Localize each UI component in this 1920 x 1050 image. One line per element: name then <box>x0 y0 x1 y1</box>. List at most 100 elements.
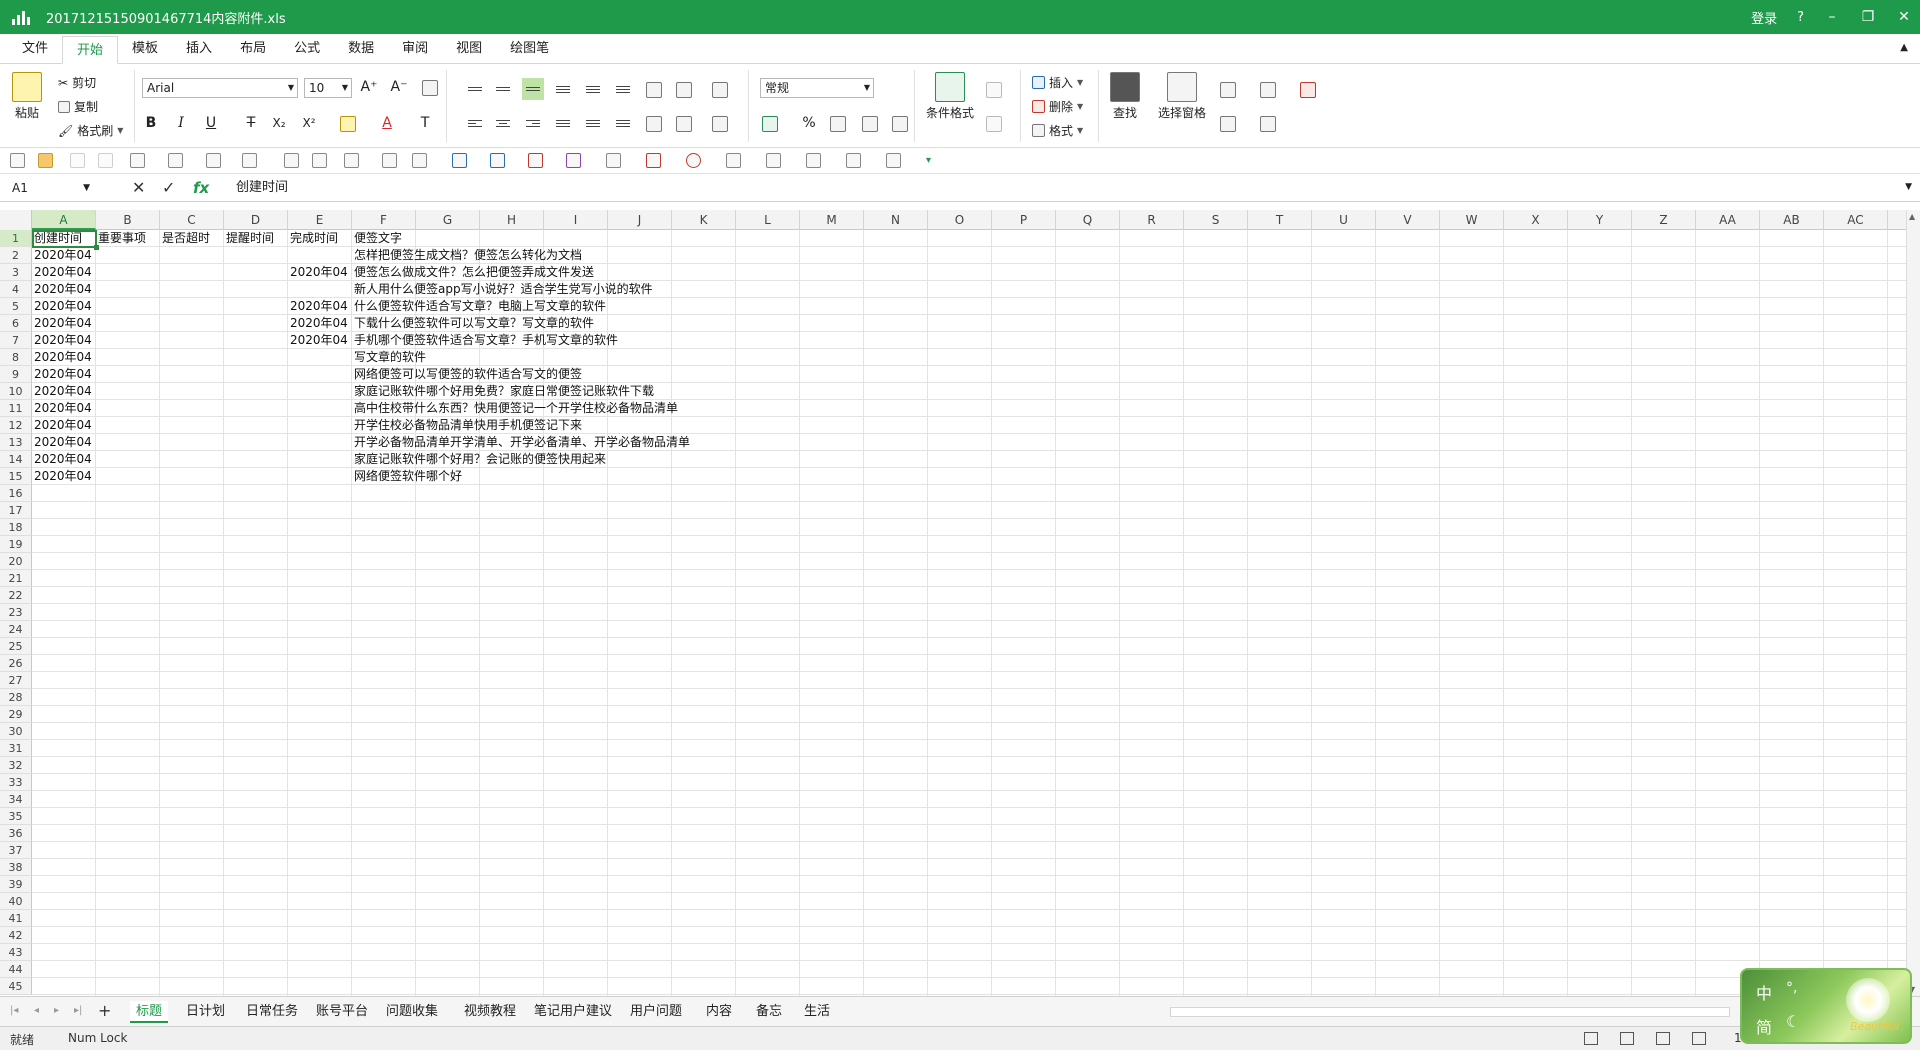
column-header-n[interactable]: N <box>864 210 928 230</box>
row-header[interactable]: 24 <box>0 621 32 638</box>
merge-cells-icon[interactable] <box>646 82 662 98</box>
distribute-icon[interactable] <box>582 112 604 134</box>
column-header-q[interactable]: Q <box>1056 210 1120 230</box>
row-header[interactable]: 36 <box>0 825 32 842</box>
eraser-icon[interactable] <box>1300 82 1316 98</box>
increase-decimal-icon[interactable] <box>862 116 878 132</box>
row-header[interactable]: 18 <box>0 519 32 536</box>
row-header[interactable]: 42 <box>0 927 32 944</box>
row-header[interactable]: 40 <box>0 893 32 910</box>
cell-f12[interactable]: 开学住校必备物品清单快用手机便签记下来 <box>352 417 1252 434</box>
cell-f5[interactable]: 什么便签软件适合写文章？电脑上写文章的软件 <box>352 298 1252 315</box>
column-header-r[interactable]: R <box>1120 210 1184 230</box>
login-button[interactable]: 登录 <box>1751 8 1777 27</box>
tab-review[interactable]: 审阅 <box>388 35 442 63</box>
image-icon[interactable] <box>312 153 327 168</box>
number-format-select[interactable]: 常规 ▼ <box>760 78 874 98</box>
decrease-decimal-icon[interactable] <box>892 116 908 132</box>
column-header-x[interactable]: X <box>1504 210 1568 230</box>
sheet-tab[interactable]: 笔记用户建议 <box>528 1001 618 1023</box>
help-icon[interactable]: ? <box>1797 10 1804 25</box>
restore-button[interactable]: ❐ <box>1860 9 1876 25</box>
row-header[interactable]: 33 <box>0 774 32 791</box>
column-header-o[interactable]: O <box>928 210 992 230</box>
column-header-v[interactable]: V <box>1376 210 1440 230</box>
spreadsheet-grid[interactable]: A B C D E F G H I J K L M N O P Q R S T U V W X Y Z AA AB AC 1234567… <box>0 210 1906 996</box>
area-chart-icon[interactable] <box>646 153 661 168</box>
column-header-m[interactable]: M <box>800 210 864 230</box>
conditional-format-button[interactable]: 条件格式 <box>926 72 974 121</box>
sum-icon[interactable] <box>1220 82 1236 98</box>
shrink-font-button[interactable]: A⁻ <box>388 76 410 98</box>
shrink-to-fit-icon[interactable] <box>676 116 692 132</box>
column-header-i[interactable]: I <box>544 210 608 230</box>
align-left-icon[interactable] <box>464 112 486 134</box>
column-header-e[interactable]: E <box>288 210 352 230</box>
row-header[interactable]: 43 <box>0 944 32 961</box>
font-name-select[interactable]: Arial ▼ <box>142 78 298 98</box>
cell-a12[interactable]: 2020年04 <box>32 417 96 434</box>
center-across-icon[interactable] <box>612 112 634 134</box>
tab-file[interactable]: 文件 <box>8 35 62 63</box>
cell-f1[interactable]: 便签文字 <box>352 230 1252 247</box>
cancel-formula-icon[interactable]: ✕ <box>132 177 145 199</box>
format-painter-button[interactable]: 🖌 格式刷 ▼ <box>58 122 123 139</box>
align-right-icon[interactable] <box>522 112 544 134</box>
star-chart-icon[interactable] <box>566 153 581 168</box>
sort-icon[interactable] <box>1220 116 1236 132</box>
row-header[interactable]: 37 <box>0 842 32 859</box>
cell-f13[interactable]: 开学必备物品清单开学清单、开学必备清单、开学必备物品清单 <box>352 434 1252 451</box>
bold-button[interactable]: B <box>140 112 162 134</box>
cell-a14[interactable]: 2020年04 <box>32 451 96 468</box>
row-header[interactable]: 32 <box>0 757 32 774</box>
row-header[interactable]: 13 <box>0 434 32 451</box>
last-sheet-icon[interactable]: ▸| <box>74 1005 82 1016</box>
cell-b1[interactable]: 重要事项 <box>96 230 160 247</box>
filter-icon[interactable] <box>1260 116 1276 132</box>
row-header[interactable]: 11 <box>0 400 32 417</box>
row-header[interactable]: 17 <box>0 502 32 519</box>
row-header[interactable]: 9 <box>0 366 32 383</box>
sheet-tab[interactable]: 备忘 <box>750 1001 788 1023</box>
row-header[interactable]: 16 <box>0 485 32 502</box>
row-header[interactable]: 3 <box>0 264 32 281</box>
row-header[interactable]: 45 <box>0 978 32 995</box>
sheet-tab[interactable]: 账号平台 <box>310 1001 374 1023</box>
cell-f9[interactable]: 网络便签可以写便签的软件适合写文的便签 <box>352 366 1252 383</box>
percent-button[interactable]: % <box>798 112 820 134</box>
row-header[interactable]: 10 <box>0 383 32 400</box>
column-header-u[interactable]: U <box>1312 210 1376 230</box>
cell-a2[interactable]: 2020年04 <box>32 247 96 264</box>
align-center-icon[interactable] <box>492 112 514 134</box>
table-style-icon[interactable] <box>986 82 1002 98</box>
minimize-button[interactable]: – <box>1824 9 1840 25</box>
grow-font-button[interactable]: A⁺ <box>358 76 380 98</box>
row-header[interactable]: 28 <box>0 689 32 706</box>
tab-template[interactable]: 模板 <box>118 35 172 63</box>
column-header-b[interactable]: B <box>96 210 160 230</box>
row-header[interactable]: 26 <box>0 655 32 672</box>
cell-a11[interactable]: 2020年04 <box>32 400 96 417</box>
pie-chart-icon[interactable] <box>686 153 701 168</box>
tab-home[interactable]: 开始 <box>62 36 119 64</box>
row-header[interactable]: 15 <box>0 468 32 485</box>
tab-formula[interactable]: 公式 <box>280 35 334 63</box>
name-box[interactable]: A1 ▼ <box>4 177 94 199</box>
cell-style-icon[interactable] <box>986 116 1002 132</box>
column-header-a[interactable]: A <box>32 210 96 230</box>
row-header[interactable]: 21 <box>0 570 32 587</box>
justify-icon[interactable] <box>552 112 574 134</box>
indent-icon[interactable] <box>582 78 604 100</box>
superscript-button[interactable]: X² <box>298 112 320 134</box>
column-header-s[interactable]: S <box>1184 210 1248 230</box>
print-icon[interactable] <box>206 153 221 168</box>
row-header[interactable]: 30 <box>0 723 32 740</box>
fill-icon[interactable] <box>1260 82 1276 98</box>
bar-chart-icon[interactable] <box>452 153 467 168</box>
ime-language-toggle[interactable]: 中 <box>1756 980 1772 1004</box>
outdent-icon[interactable] <box>612 78 634 100</box>
row-header[interactable]: 6 <box>0 315 32 332</box>
tab-layout[interactable]: 布局 <box>226 35 280 63</box>
tab-draw[interactable]: 绘图笔 <box>496 35 563 63</box>
normal-view-icon[interactable] <box>1620 1032 1634 1045</box>
